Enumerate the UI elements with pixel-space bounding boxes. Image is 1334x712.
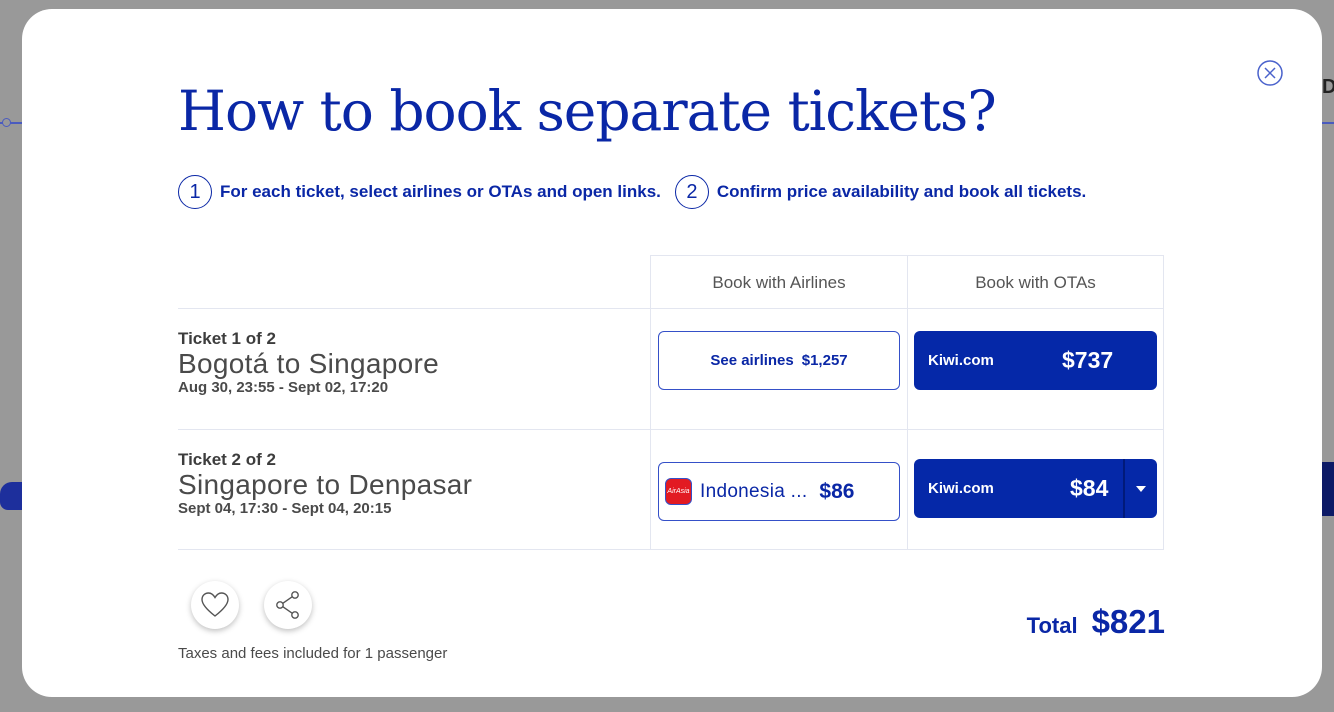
table-header: Book with Airlines Book with OTAs [178, 255, 1164, 309]
background-illustration [0, 482, 22, 510]
step-text: Confirm price availability and book all … [716, 182, 1087, 201]
ticket-row: Ticket 2 of 2 Singapore to Denpasar Sept… [178, 429, 1164, 550]
ota-options-dropdown[interactable] [1125, 459, 1157, 518]
ticket-route: Singapore to Denpasar [178, 469, 473, 500]
modal-title: How to book separate tickets? [178, 79, 997, 143]
column-header-otas: Book with OTAs [907, 255, 1164, 309]
ticket-info: Ticket 2 of 2 Singapore to Denpasar Sept… [178, 450, 472, 517]
ticket-label: Ticket 2 of 2 [178, 450, 276, 469]
background-line [1322, 122, 1334, 124]
ticket-route: Bogotá to Singapore [178, 348, 440, 379]
ota-price: $737 [1062, 347, 1114, 373]
column-divider [650, 430, 651, 549]
background-route-dot [2, 118, 11, 127]
share-icon [276, 591, 299, 619]
booking-modal: How to book separate tickets? 1 For each… [22, 9, 1322, 697]
column-divider [1163, 309, 1164, 429]
tickets-table: Book with Airlines Book with OTAs Ticket… [178, 255, 1164, 550]
background-left-edge [0, 0, 22, 712]
column-divider [650, 309, 651, 429]
see-airlines-button[interactable]: See airlines $1,257 [658, 331, 900, 390]
step-text: For each ticket, select airlines or OTAs… [220, 182, 661, 201]
total-price: Total $821 [1027, 603, 1165, 641]
airline-price: $1,257 [801, 352, 848, 369]
ticket-row: Ticket 1 of 2 Bogotá to Singapore Aug 30… [178, 308, 1164, 429]
column-divider [907, 309, 908, 429]
total-label: Total [1026, 613, 1078, 638]
close-icon [1257, 60, 1283, 86]
caret-down-icon [1136, 485, 1146, 492]
ota-name: Kiwi.com [928, 352, 994, 369]
button-label: See airlines [710, 352, 794, 369]
column-header-airlines: Book with Airlines [650, 255, 908, 309]
ticket-label: Ticket 1 of 2 [178, 329, 276, 348]
step-number-badge: 1 [178, 175, 212, 209]
airasia-logo-icon: AirAsia [665, 478, 692, 505]
ticket-info: Ticket 1 of 2 Bogotá to Singapore Aug 30… [178, 329, 439, 396]
taxes-note: Taxes and fees included for 1 passenger [178, 645, 448, 662]
background-text: De [1322, 76, 1334, 98]
step-2: 2 Confirm price availability and book al… [674, 175, 1087, 209]
airline-name: Indonesia ... [700, 480, 808, 502]
column-divider [1163, 430, 1164, 549]
share-button[interactable] [264, 581, 312, 629]
ota-book-button[interactable]: Kiwi.com $84 [914, 459, 1157, 518]
total-value: $821 [1091, 603, 1165, 640]
column-divider [907, 430, 908, 549]
ota-book-button[interactable]: Kiwi.com $737 [914, 331, 1157, 390]
step-1: 1 For each ticket, select airlines or OT… [178, 175, 661, 209]
heart-icon [201, 592, 229, 617]
favorite-button[interactable] [191, 581, 239, 629]
airline-book-button[interactable]: AirAsia Indonesia ... $86 [658, 462, 900, 521]
airline-price: $86 [819, 479, 855, 503]
ota-price: $84 [1070, 475, 1109, 501]
close-button[interactable] [1257, 60, 1283, 86]
step-number-badge: 2 [674, 175, 709, 209]
ota-name: Kiwi.com [928, 480, 994, 497]
background-button-edge [1322, 462, 1334, 516]
steps: 1 For each ticket, select airlines or OT… [178, 175, 1100, 209]
ticket-dates: Aug 30, 23:55 - Sept 02, 17:20 [178, 379, 389, 396]
ticket-dates: Sept 04, 17:30 - Sept 04, 20:15 [178, 500, 392, 517]
